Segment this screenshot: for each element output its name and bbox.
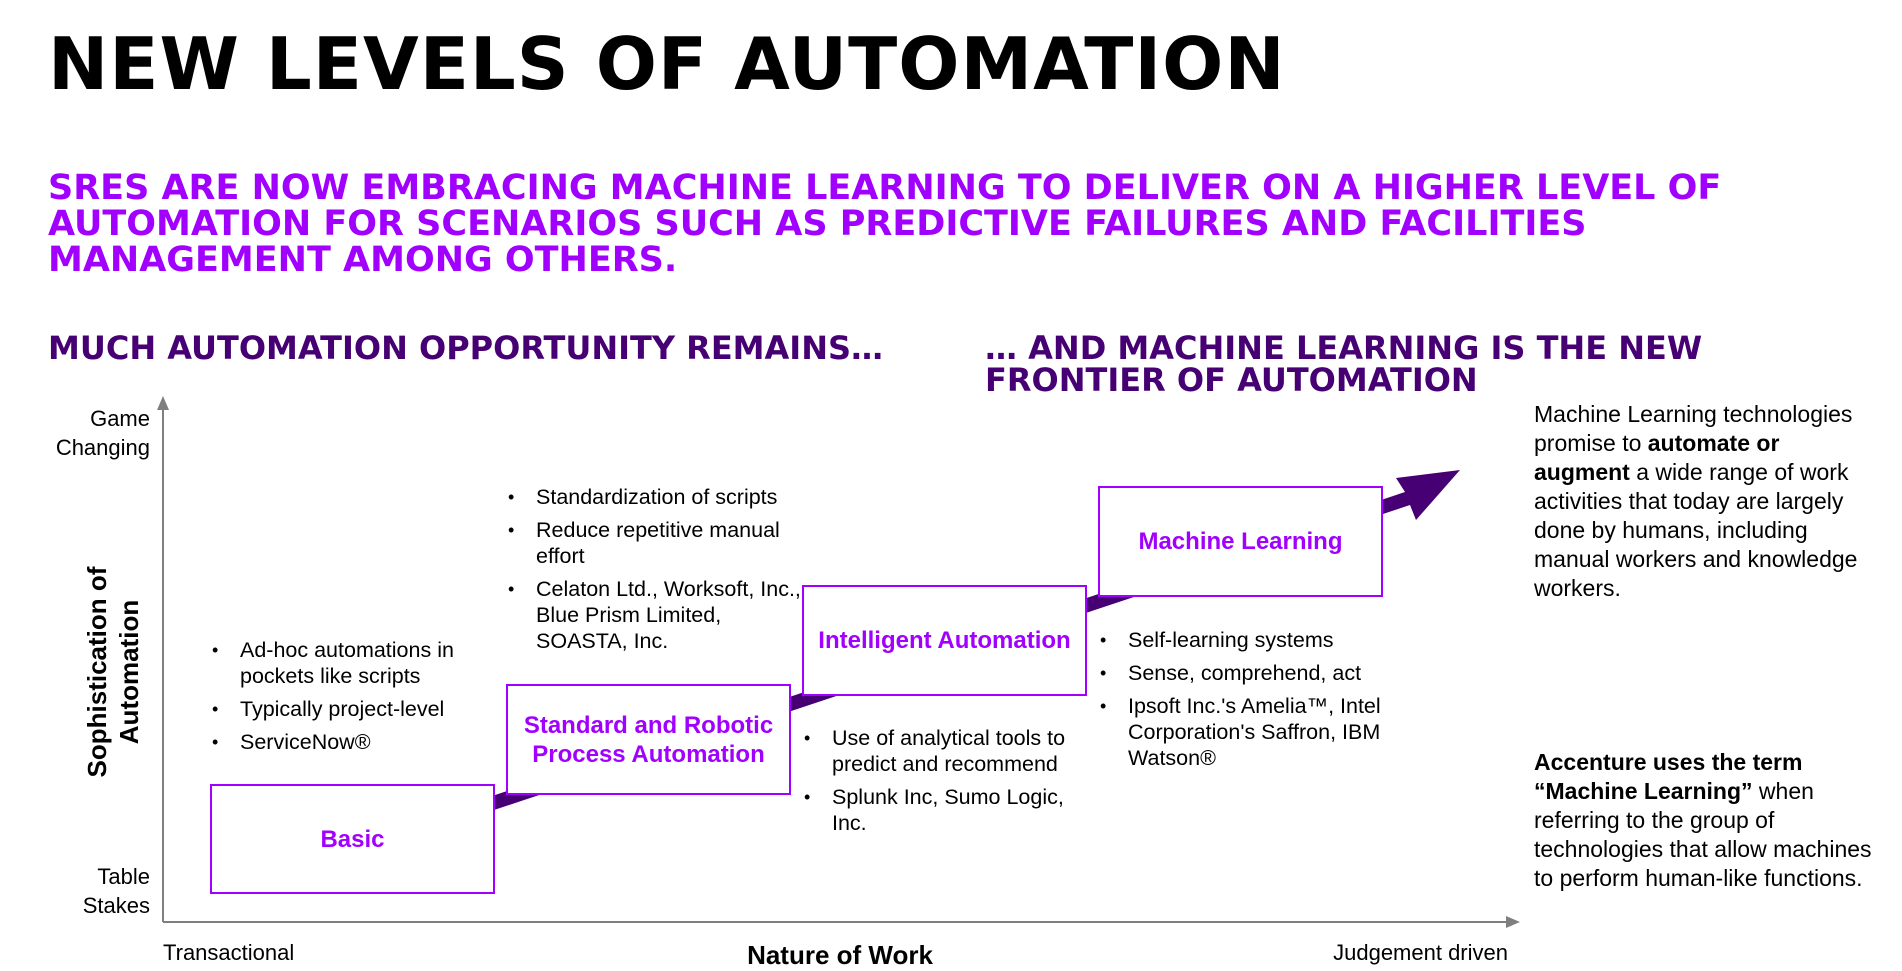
stage-robotic-process-bullets: Standardization of scripts Reduce repeti… <box>506 484 806 661</box>
x-axis-title: Nature of Work <box>747 940 933 970</box>
stage-label: Basic <box>320 825 385 853</box>
stage-label: Intelligent Automation <box>818 627 1071 654</box>
list-item: Standardization of scripts <box>506 484 806 510</box>
list-item: Sense, comprehend, act <box>1098 660 1398 686</box>
x-label-right: Judgement driven <box>1333 940 1508 965</box>
x-axis-arrowhead <box>1506 916 1520 928</box>
stage-robotic-process-box: Standard and Robotic Process Automation <box>506 684 791 795</box>
x-label-left: Transactional <box>163 940 295 965</box>
stage-label: Standard and Robotic Process Automation <box>523 711 774 768</box>
list-item: Typically project-level <box>210 696 480 722</box>
y-axis-title: Sophistication of Automation <box>82 566 144 778</box>
list-item: Splunk Inc, Sumo Logic, Inc. <box>802 784 1102 836</box>
stage-label: Machine Learning <box>1138 528 1343 555</box>
stage-machine-learning-bullets: Self-learning systems Sense, comprehend,… <box>1098 627 1398 778</box>
list-item: Self-learning systems <box>1098 627 1398 653</box>
side-note-ml-promise: Machine Learning technologies promise to… <box>1534 400 1874 603</box>
y-label-top: Game Changing <box>55 406 150 460</box>
list-item: Use of analytical tools to predict and r… <box>802 725 1102 777</box>
stage-intelligent-automation-bullets: Use of analytical tools to predict and r… <box>802 725 1102 843</box>
side-note-accenture-term: Accenture uses the term “Machine Learnin… <box>1534 748 1874 893</box>
stage-intelligent-automation-box: Intelligent Automation <box>802 585 1087 696</box>
stage-basic-bullets: Ad-hoc automations in pockets like scrip… <box>210 637 480 762</box>
list-item: Ipsoft Inc.'s Amelia™, Intel Corporation… <box>1098 693 1398 771</box>
list-item: Reduce repetitive manual effort <box>506 517 806 569</box>
list-item: Celaton Ltd., Worksoft, Inc., Blue Prism… <box>506 576 806 654</box>
y-axis-arrowhead <box>157 396 169 410</box>
list-item: Ad-hoc automations in pockets like scrip… <box>210 637 480 689</box>
stage-machine-learning-box: Machine Learning <box>1098 486 1383 597</box>
y-label-bottom: Table Stakes <box>82 864 150 918</box>
stage-basic-box: Basic <box>210 784 495 894</box>
list-item: ServiceNow® <box>210 729 480 755</box>
